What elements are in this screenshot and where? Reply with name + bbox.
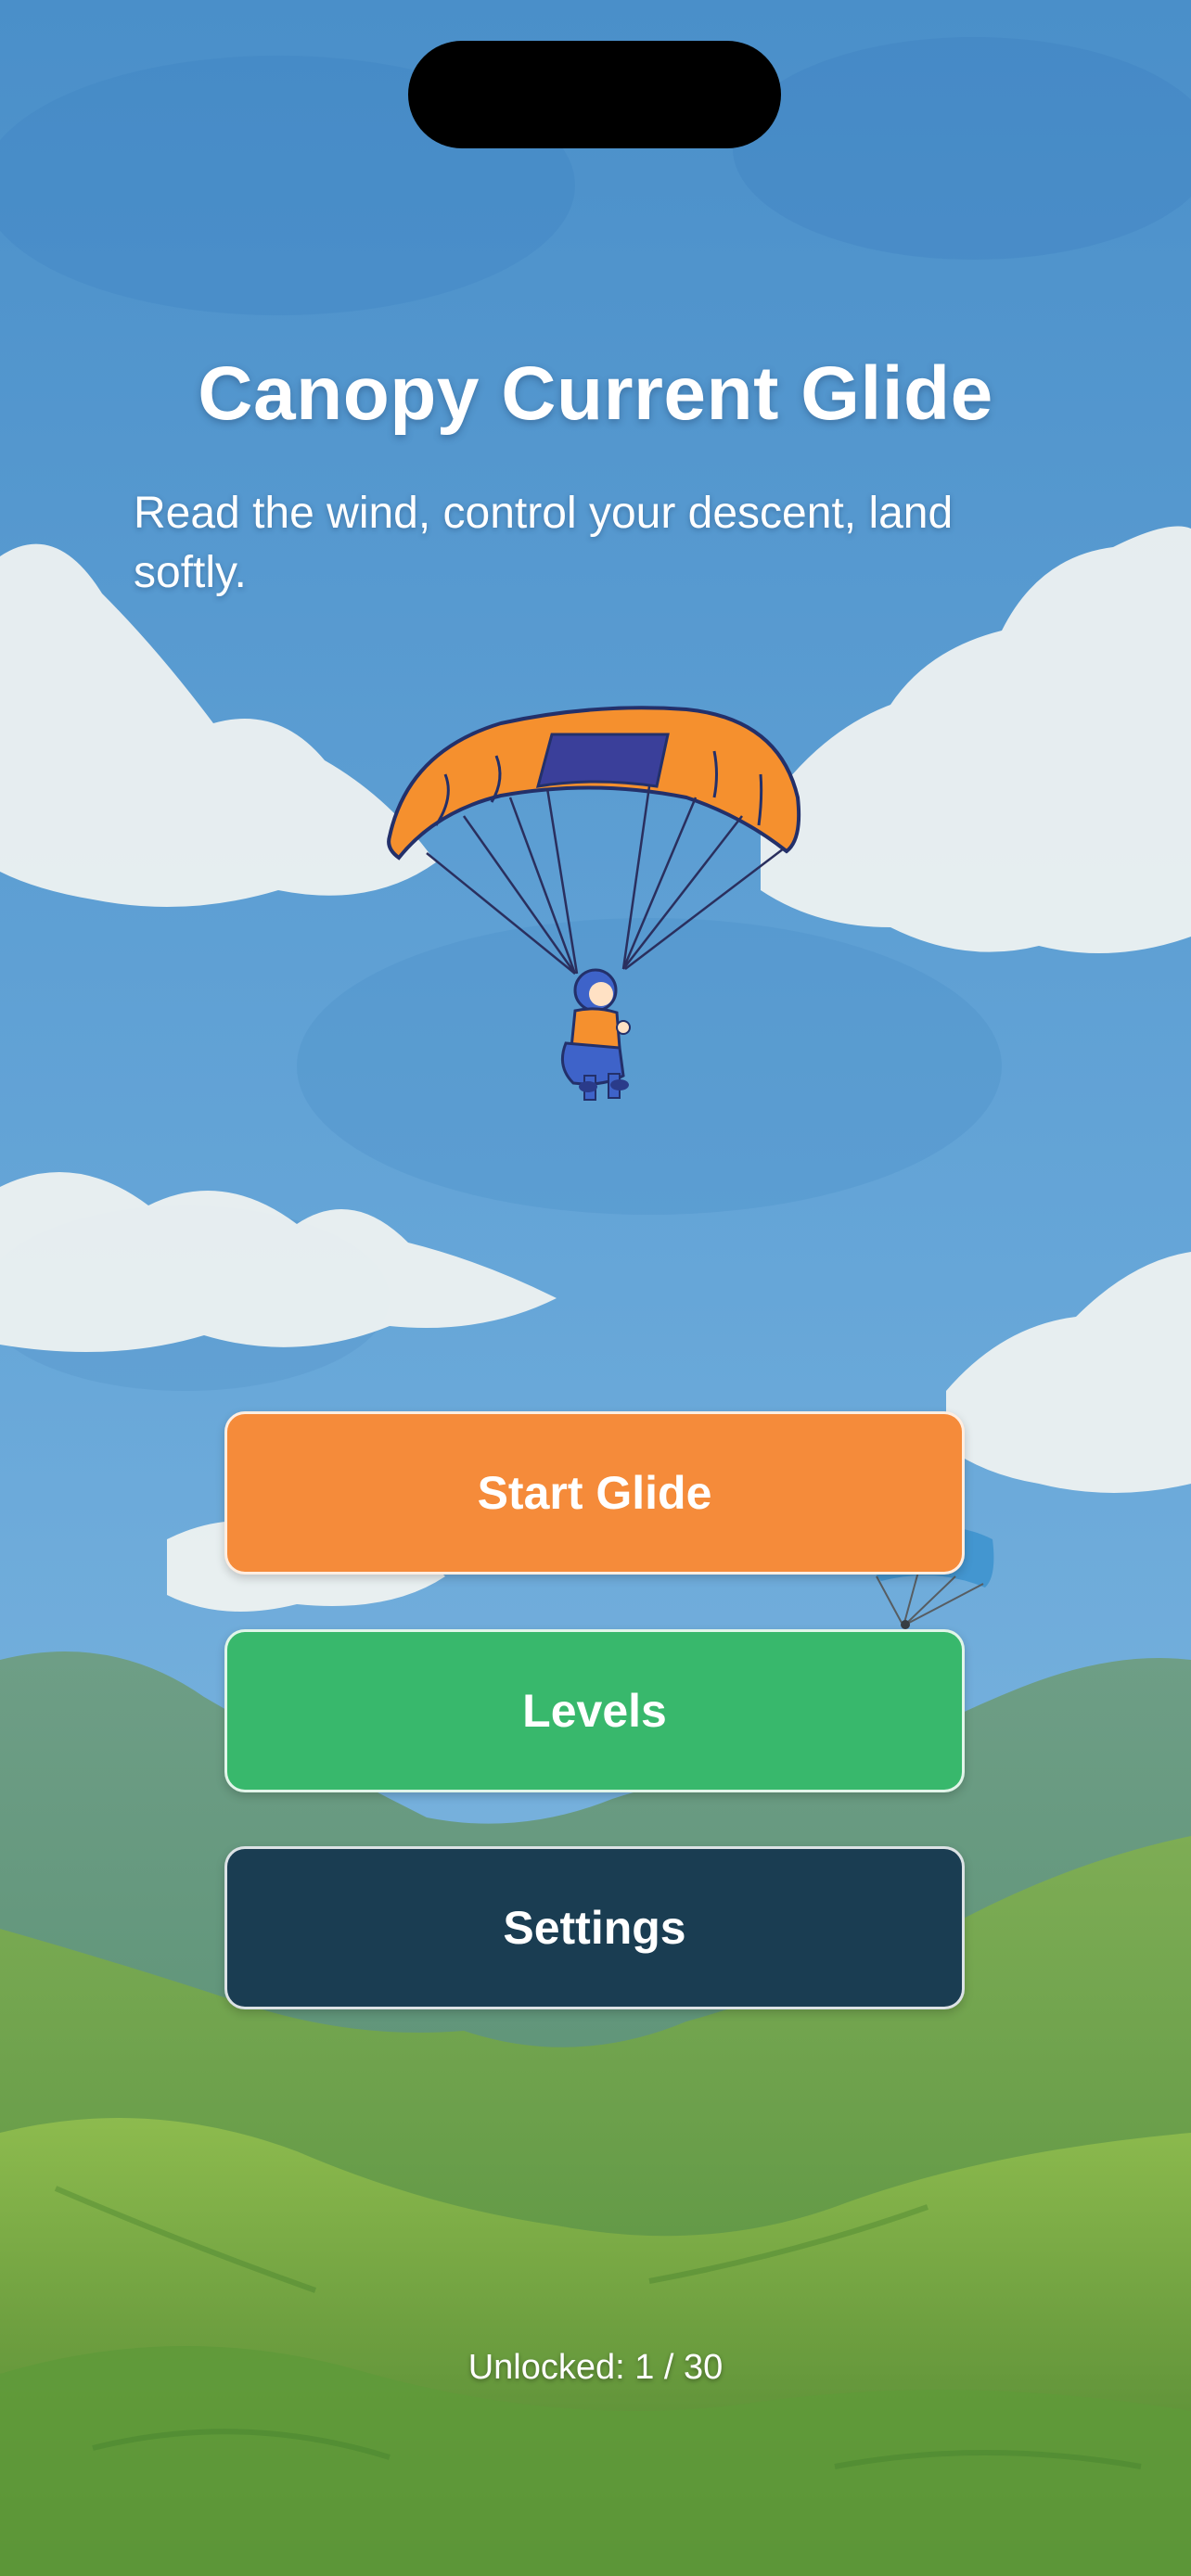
dynamic-island bbox=[408, 41, 781, 148]
unlocked-progress-text: Unlocked: 1 / 30 bbox=[467, 2348, 724, 2387]
settings-label: Settings bbox=[503, 1902, 686, 1954]
game-title: Canopy Current Glide bbox=[198, 351, 993, 436]
start-glide-button[interactable]: Start Glide bbox=[224, 1411, 965, 1575]
game-subtitle: Read the wind, control your descent, lan… bbox=[134, 489, 954, 597]
start-glide-label: Start Glide bbox=[477, 1467, 712, 1519]
levels-label: Levels bbox=[522, 1685, 667, 1737]
levels-button[interactable]: Levels bbox=[224, 1629, 965, 1792]
settings-button[interactable]: Settings bbox=[224, 1846, 965, 2009]
